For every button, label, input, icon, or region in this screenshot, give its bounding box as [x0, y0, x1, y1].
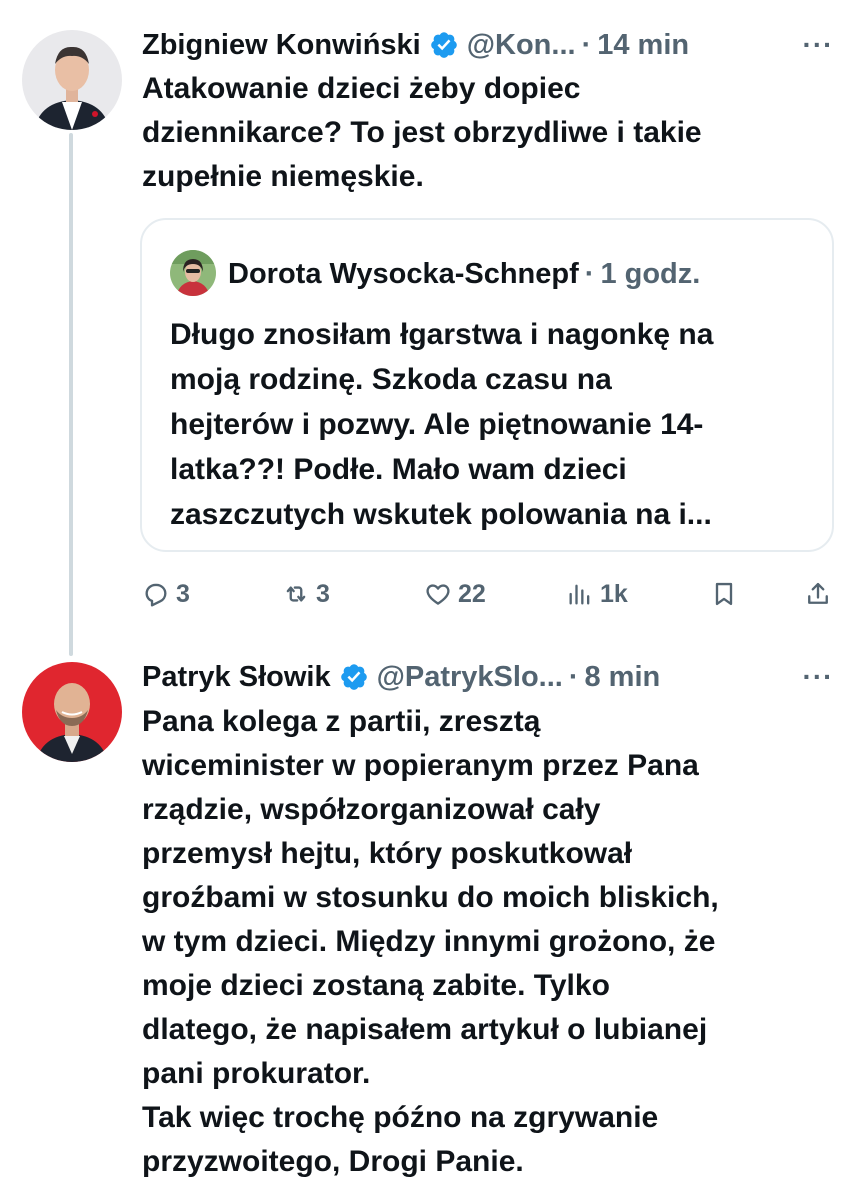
views-count: 1k	[600, 579, 628, 608]
tweet-timestamp[interactable]: 14 min	[597, 25, 689, 65]
avatar-image	[22, 30, 122, 130]
quote-author-name[interactable]: Dorota Wysocka-Schnepf	[228, 258, 579, 291]
avatar-patryk-slowik[interactable]	[22, 662, 122, 762]
tweet-timestamp[interactable]: 8 min	[585, 657, 661, 697]
reply-count: 3	[176, 579, 190, 608]
author-name[interactable]: Zbigniew Konwiński	[142, 25, 421, 65]
avatar-dorota-wysocka-schnepf[interactable]	[170, 250, 216, 296]
header-separator: ·	[581, 29, 592, 61]
heart-icon	[426, 584, 450, 605]
tweet-text: Atakowanie dzieci żeby dopiec dziennikar…	[142, 72, 702, 193]
more-dots-icon[interactable]: ···	[800, 25, 836, 65]
author-name[interactable]: Patryk Słowik	[142, 657, 331, 697]
tweet-actions-bar: 3 3 22 1k	[140, 572, 840, 616]
verified-badge-icon[interactable]	[339, 662, 369, 692]
verified-badge-icon[interactable]	[429, 30, 459, 60]
bookmark-button[interactable]	[710, 572, 738, 616]
tweet-text: Pana kolega z partii, zresztą wiceminist…	[142, 705, 719, 1178]
quote-text: Długo znosiłam łgarstwa i nagonkę na moj…	[170, 318, 714, 531]
share-button[interactable]	[804, 572, 832, 616]
tweet-zbigniew-konwinski[interactable]: Zbigniew Konwiński @Kon... · 14 min ··· …	[0, 0, 858, 650]
quote-header-separator: ·	[584, 257, 595, 290]
tweet-header: Patryk Słowik @PatrykSlo... · 8 min	[142, 657, 660, 697]
retweet-button[interactable]: 3	[282, 572, 330, 616]
reply-button[interactable]: 3	[142, 572, 190, 616]
header-separator: ·	[568, 661, 579, 693]
reply-icon	[145, 583, 167, 607]
share-icon	[808, 582, 828, 604]
avatar-image	[22, 662, 122, 762]
quote-avatar-image	[170, 250, 216, 296]
quoted-tweet-card[interactable]: Dorota Wysocka-Schnepf · 1 godz. Długo z…	[140, 218, 834, 552]
author-handle[interactable]: @Kon...	[467, 25, 576, 65]
like-count: 22	[458, 579, 486, 608]
author-handle[interactable]: @PatrykSlo...	[377, 657, 563, 697]
views-button[interactable]: 1k	[566, 572, 628, 616]
tweet-patryk-slowik[interactable]: Patryk Słowik @PatrykSlo... · 8 min ··· …	[0, 650, 858, 1200]
more-dots-icon[interactable]: ···	[800, 657, 836, 697]
retweet-icon	[286, 586, 306, 602]
tweet-header: Zbigniew Konwiński @Kon... · 14 min	[142, 25, 689, 65]
views-bar-chart-icon	[569, 584, 590, 605]
bookmark-icon	[715, 582, 733, 606]
quote-timestamp[interactable]: 1 godz.	[600, 258, 700, 291]
retweet-count: 3	[316, 579, 330, 608]
quote-header: Dorota Wysocka-Schnepf · 1 godz.	[228, 254, 700, 294]
avatar-zbigniew-konwinski[interactable]	[22, 30, 122, 130]
like-button[interactable]: 22	[424, 572, 486, 616]
